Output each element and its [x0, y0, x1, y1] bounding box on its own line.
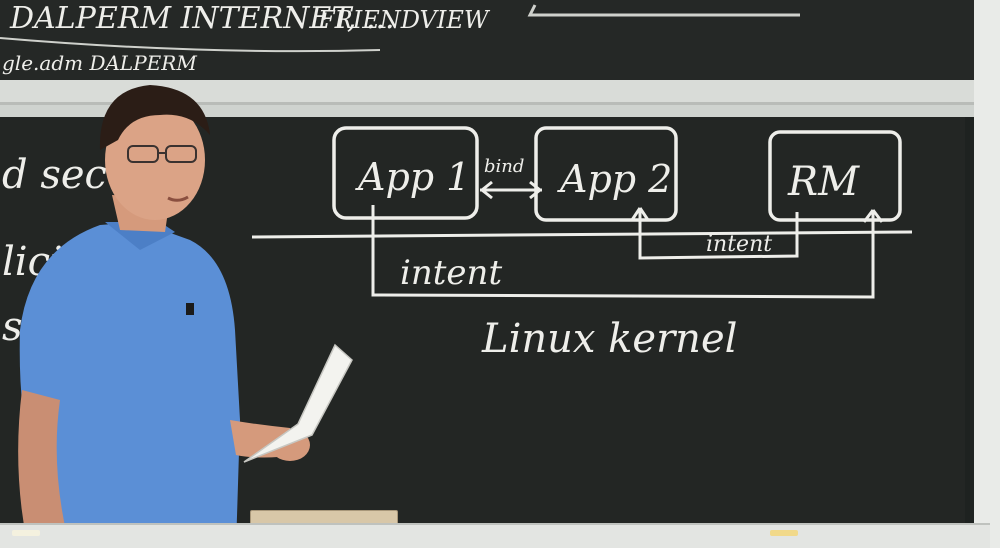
- chalk-tray: [0, 523, 990, 548]
- chalk-piece: [12, 530, 40, 536]
- lecture-frame: DALPERM INTERNET, ... FRIENDVIEW gle.adm…: [0, 0, 1000, 548]
- lecturer: [18, 85, 353, 548]
- mic-clip: [186, 303, 194, 315]
- chalk-piece: [770, 530, 798, 536]
